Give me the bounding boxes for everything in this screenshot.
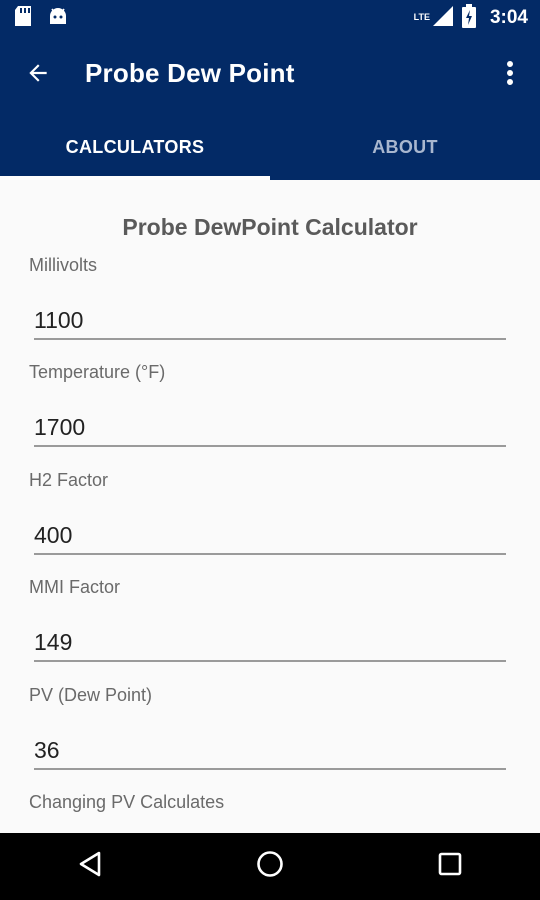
app-bar: Probe Dew Point bbox=[0, 36, 540, 114]
calculator-content: Probe DewPoint Calculator Millivolts Tem… bbox=[0, 180, 540, 833]
tab-about[interactable]: ABOUT bbox=[270, 114, 540, 180]
back-button[interactable] bbox=[14, 51, 62, 99]
temperature-input[interactable] bbox=[34, 409, 506, 447]
mmi-factor-label: MMI Factor bbox=[29, 577, 121, 597]
mmi-factor-input[interactable] bbox=[34, 624, 506, 662]
recents-nav-button[interactable] bbox=[420, 837, 480, 897]
tab-calculators[interactable]: CALCULATORS bbox=[0, 114, 270, 180]
navigation-bar bbox=[0, 833, 540, 900]
more-vert-icon bbox=[506, 60, 514, 91]
screen: LTE 3:04 Probe Dew Point CALCULATORS ABO… bbox=[0, 0, 540, 900]
millivolts-input[interactable] bbox=[34, 302, 506, 340]
millivolts-label: Millivolts bbox=[29, 255, 98, 275]
network-type-label: LTE bbox=[413, 11, 430, 22]
overflow-menu-button[interactable] bbox=[490, 51, 530, 99]
square-recents-icon bbox=[437, 851, 463, 882]
status-time: 3:04 bbox=[489, 7, 528, 28]
app-title: Probe Dew Point bbox=[85, 58, 295, 88]
tab-bar: CALCULATORS ABOUT bbox=[0, 114, 540, 180]
signal-icon bbox=[432, 5, 454, 32]
pv-dew-point-label: PV (Dew Point) bbox=[29, 685, 153, 705]
changing-pv-note: Changing PV Calculates bbox=[29, 792, 225, 812]
h2-factor-input[interactable] bbox=[34, 517, 506, 555]
circle-home-icon bbox=[256, 850, 284, 883]
battery-charging-icon bbox=[461, 3, 476, 33]
triangle-back-icon bbox=[77, 850, 103, 883]
sd-card-icon bbox=[14, 5, 32, 32]
pv-dew-point-input[interactable] bbox=[34, 732, 506, 770]
h2-factor-label: H2 Factor bbox=[29, 470, 109, 490]
arrow-back-icon bbox=[25, 60, 51, 91]
status-bar: LTE 3:04 bbox=[0, 0, 540, 36]
tab-label: ABOUT bbox=[372, 136, 438, 157]
home-nav-button[interactable] bbox=[240, 837, 300, 897]
back-nav-button[interactable] bbox=[60, 837, 120, 897]
calculator-title: Probe DewPoint Calculator bbox=[122, 214, 418, 240]
temperature-label: Temperature (°F) bbox=[29, 362, 166, 382]
tab-label: CALCULATORS bbox=[65, 136, 205, 157]
android-icon bbox=[48, 6, 68, 31]
